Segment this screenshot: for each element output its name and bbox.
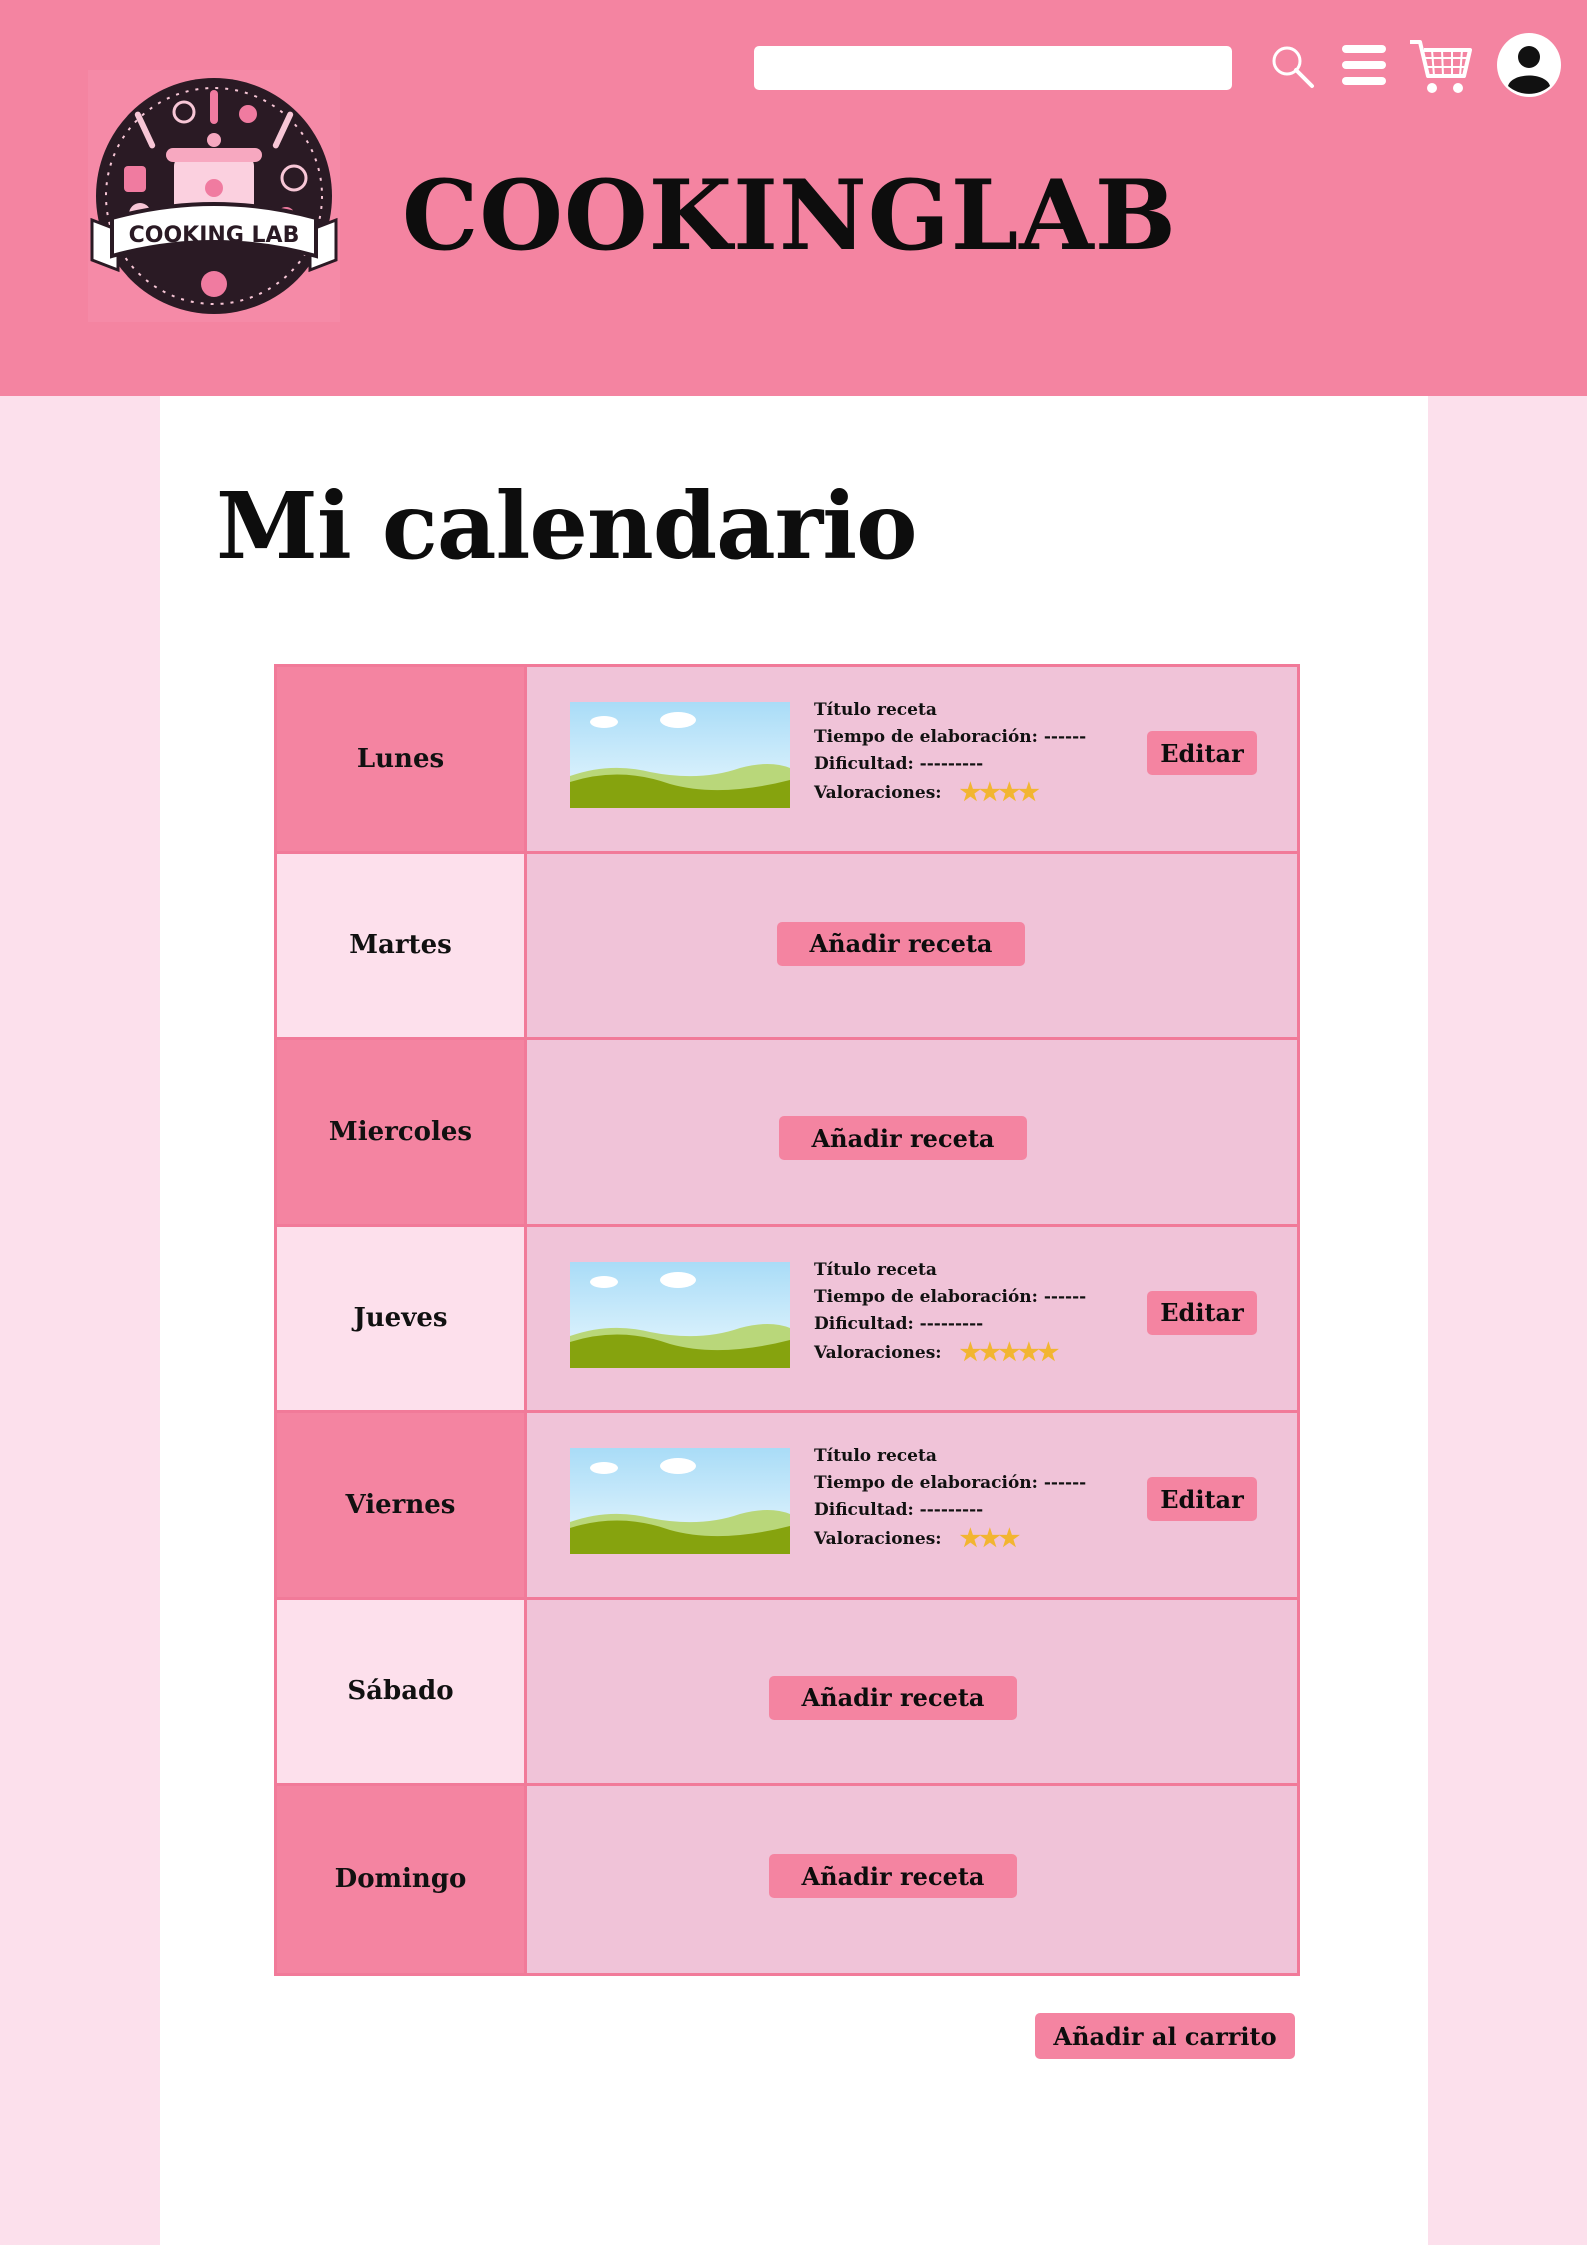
rating-stars: ★★★ bbox=[959, 1523, 1021, 1552]
recipe-difficulty: Dificultad: --------- bbox=[814, 1500, 984, 1520]
recipe-info: Título receta Tiempo de elaboración: ---… bbox=[814, 1257, 1086, 1367]
menu-icon[interactable] bbox=[1342, 42, 1386, 88]
calendar-row-jueves: Jueves Título receta Tiempo de elaboraci… bbox=[277, 1226, 1297, 1413]
day-label: Domingo bbox=[277, 1786, 527, 1973]
edit-button[interactable]: Editar bbox=[1147, 731, 1257, 775]
add-recipe-button[interactable]: Añadir receta bbox=[769, 1675, 1017, 1720]
recipe-time: Tiempo de elaboración: ------ bbox=[814, 1286, 1087, 1307]
add-recipe-button[interactable]: Añadir receta bbox=[779, 1116, 1027, 1160]
calendar-row-viernes: Viernes Título receta Tiempo de elaborac… bbox=[277, 1413, 1297, 1600]
logo-text: COOKING LAB bbox=[129, 223, 300, 248]
rating-stars: ★★★★★ bbox=[959, 1336, 1060, 1366]
day-label: Lunes bbox=[277, 667, 527, 851]
recipe-ratings-label: Valoraciones: bbox=[814, 1342, 942, 1363]
calendar-row-lunes: Lunes Título receta Tiempo de elaboració… bbox=[277, 667, 1297, 854]
page-title: Mi calendario bbox=[216, 472, 918, 580]
recipe-ratings-label: Valoraciones: bbox=[814, 1529, 942, 1549]
empty-cell: Añadir receta bbox=[527, 853, 1297, 1037]
empty-cell: Añadir receta bbox=[527, 1786, 1297, 1973]
calendar-row-martes: Martes Añadir receta bbox=[277, 853, 1297, 1040]
add-recipe-button[interactable]: Añadir receta bbox=[769, 1854, 1017, 1898]
recipe-difficulty: Dificultad: --------- bbox=[814, 1313, 984, 1334]
recipe-time: Tiempo de elaboración: ------ bbox=[814, 727, 1087, 747]
day-label: Sábado bbox=[277, 1599, 527, 1783]
rating-stars: ★★★★ bbox=[959, 777, 1040, 806]
recipe-ratings-label: Valoraciones: bbox=[814, 783, 942, 803]
recipe-title: Título receta bbox=[814, 1259, 937, 1280]
main-panel: Mi calendario Lunes Título receta Tiempo… bbox=[160, 396, 1428, 2245]
calendar-table: Lunes Título receta Tiempo de elaboració… bbox=[274, 664, 1300, 1976]
calendar-row-domingo: Domingo Añadir receta bbox=[277, 1786, 1297, 1973]
recipe-cell: Título receta Tiempo de elaboración: ---… bbox=[527, 667, 1297, 851]
cooking-lab-logo: COOKING LAB bbox=[88, 70, 340, 322]
recipe-cell: Título receta Tiempo de elaboración: ---… bbox=[527, 1226, 1297, 1410]
recipe-image bbox=[570, 702, 790, 808]
brand-title: COOKINGLAB bbox=[402, 159, 1177, 272]
recipe-image bbox=[570, 1261, 790, 1368]
search-icon[interactable] bbox=[1268, 42, 1318, 92]
recipe-difficulty: Dificultad: --------- bbox=[814, 754, 984, 774]
day-label: Martes bbox=[277, 853, 527, 1037]
cart-icon[interactable] bbox=[1408, 36, 1472, 96]
recipe-info: Título receta Tiempo de elaboración: ---… bbox=[814, 697, 1086, 807]
header: COOKING LAB COOKINGLAB bbox=[0, 0, 1587, 396]
calendar-row-sabado: Sábado Añadir receta bbox=[277, 1599, 1297, 1786]
day-label: Miercoles bbox=[277, 1040, 527, 1224]
recipe-image bbox=[570, 1448, 790, 1554]
edit-button[interactable]: Editar bbox=[1147, 1290, 1257, 1335]
search-input[interactable] bbox=[754, 46, 1232, 90]
edit-button[interactable]: Editar bbox=[1147, 1477, 1257, 1521]
add-to-cart-button[interactable]: Añadir al carrito bbox=[1035, 2013, 1295, 2059]
user-icon[interactable] bbox=[1496, 32, 1562, 98]
empty-cell: Añadir receta bbox=[527, 1040, 1297, 1224]
recipe-info: Título receta Tiempo de elaboración: ---… bbox=[814, 1443, 1086, 1553]
recipe-title: Título receta bbox=[814, 700, 937, 720]
recipe-cell: Título receta Tiempo de elaboración: ---… bbox=[527, 1413, 1297, 1597]
day-label: Viernes bbox=[277, 1413, 527, 1597]
day-label: Jueves bbox=[277, 1226, 527, 1410]
recipe-time: Tiempo de elaboración: ------ bbox=[814, 1473, 1087, 1493]
empty-cell: Añadir receta bbox=[527, 1599, 1297, 1783]
add-recipe-button[interactable]: Añadir receta bbox=[777, 921, 1025, 966]
recipe-title: Título receta bbox=[814, 1446, 937, 1466]
calendar-row-miercoles: Miercoles Añadir receta bbox=[277, 1040, 1297, 1227]
